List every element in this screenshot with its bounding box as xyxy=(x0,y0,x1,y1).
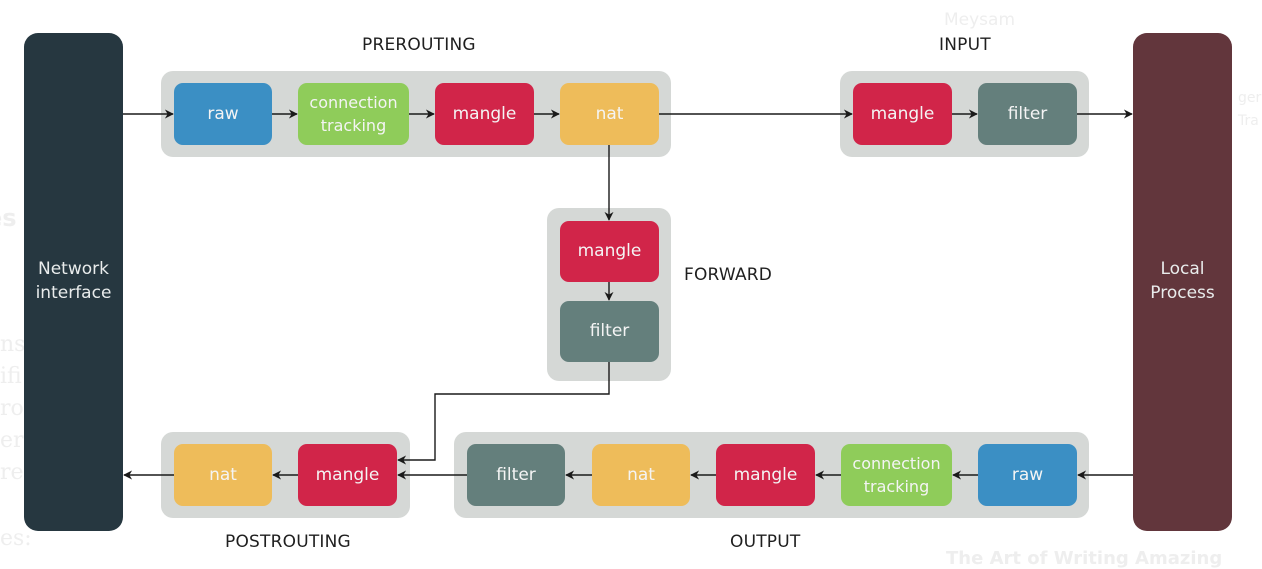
flow-arrows xyxy=(123,109,1133,480)
arrow-fwd-filter-to-post-mangle xyxy=(397,362,610,465)
